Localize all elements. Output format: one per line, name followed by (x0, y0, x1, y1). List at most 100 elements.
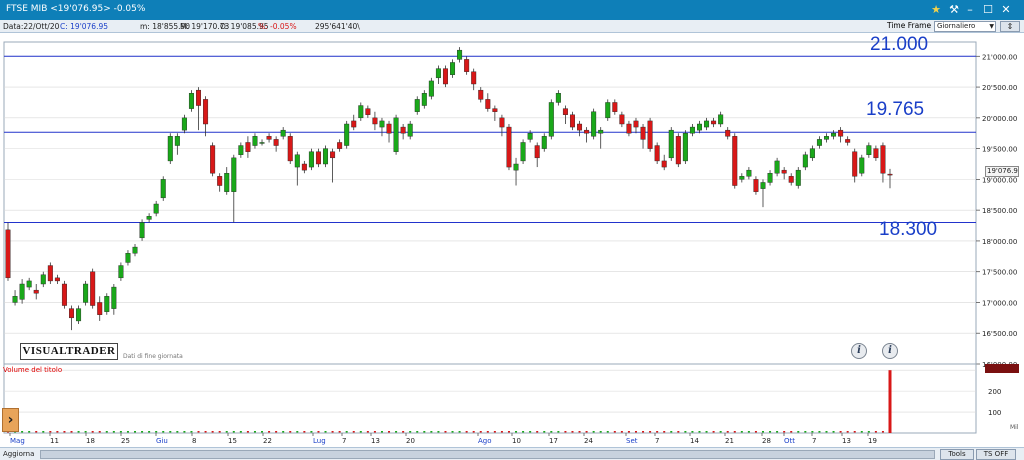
candle-body (153, 203, 159, 214)
volume-bar (169, 431, 172, 433)
candle-body (598, 129, 604, 134)
volume-plot-frame (3, 363, 977, 434)
volume-bar (550, 431, 553, 433)
volume-bar (225, 431, 228, 433)
volume-bar (769, 431, 772, 433)
volume-bar (804, 431, 807, 433)
volume-bar (867, 431, 870, 433)
candle-body (111, 286, 117, 309)
tools-button[interactable]: Tools (940, 449, 974, 460)
candle-body (351, 120, 357, 128)
time-frame-scroll[interactable]: ⇕ (1000, 21, 1020, 32)
update-label[interactable]: Aggiorna (3, 450, 34, 458)
volume-bar (190, 431, 193, 433)
time-frame-select[interactable]: Giornaliero ▼ (934, 21, 996, 32)
info-icon[interactable]: i (851, 343, 867, 359)
close-icon[interactable]: ✕ (998, 2, 1014, 18)
candle (5, 222, 11, 281)
volume-bar (853, 431, 856, 433)
volume-bar (726, 431, 729, 433)
candle-body (633, 120, 639, 128)
x-tick-label: 22 (263, 437, 272, 445)
x-tick-label: Ott (784, 437, 795, 445)
candle-body (760, 182, 766, 189)
volume-bar (500, 431, 503, 433)
volume-bar (761, 431, 764, 433)
volume-bar (395, 431, 398, 433)
volume-bar (712, 431, 715, 433)
volume-bar (656, 431, 659, 433)
candle-body (534, 145, 540, 159)
y-tick-label: 19'500.00 (982, 146, 1017, 154)
volume-bar (705, 431, 708, 433)
y-tick-label: 19'000.00 (982, 176, 1017, 184)
candle-body (5, 229, 11, 279)
volume-bar (776, 431, 779, 433)
price-plot-frame (3, 41, 977, 367)
candle (287, 133, 293, 164)
volume-bar (874, 431, 877, 433)
volume-bar (303, 431, 306, 433)
candle-body (40, 274, 46, 285)
candle (90, 268, 96, 309)
price-axis: 21'000.00 20'500.00 20'000.00 19'500.00 19'0… (976, 53, 1017, 369)
volume-bar (317, 431, 320, 433)
maximize-icon[interactable]: ☐ (980, 2, 996, 18)
volume-bar (155, 431, 158, 433)
volume-bar (670, 431, 673, 433)
volume-bar (698, 431, 701, 433)
price-chart[interactable]: 21'000.00 20'500.00 20'000.00 19'500.00 19'0… (0, 34, 1024, 447)
y-tick-label: 21'000.00 (982, 53, 1017, 61)
horizontal-scrollbar[interactable] (40, 450, 935, 459)
candle (675, 133, 681, 168)
candle-body (506, 126, 512, 168)
candle (859, 154, 865, 177)
info-close: C: 19'076.95 (60, 22, 108, 31)
x-tick-label: Set (626, 437, 638, 445)
volume-bar (543, 431, 546, 433)
candle (61, 280, 67, 309)
logo-text: VISUALTRADER (22, 345, 116, 357)
candle (668, 127, 674, 161)
volume-bar (105, 431, 108, 433)
candle (160, 176, 166, 201)
volume-bar (740, 431, 743, 433)
star-icon[interactable]: ★ (928, 2, 944, 18)
candle (344, 120, 350, 149)
candle-body (626, 123, 632, 134)
y-tick-label: 20'000.00 (982, 115, 1017, 123)
x-tick-label: 14 (690, 437, 699, 445)
candle-body (54, 277, 60, 282)
candle-body (435, 68, 441, 79)
candle-body (26, 280, 32, 288)
candle (442, 65, 448, 88)
candle-body (802, 154, 808, 168)
candle-body (569, 114, 575, 128)
candle-body (873, 148, 879, 159)
volume-bar (119, 431, 122, 433)
candle-body (809, 148, 815, 159)
candle-body (682, 133, 688, 162)
candle (188, 90, 194, 112)
volume-bar (881, 431, 884, 433)
volume-bar (529, 431, 532, 433)
volume-bar (571, 431, 574, 433)
ts-off-button[interactable]: TS OFF (976, 449, 1016, 460)
minimize-icon[interactable]: – (962, 2, 978, 18)
candle-body (47, 265, 53, 282)
volume-bar (472, 431, 475, 433)
candle-body (647, 120, 653, 149)
volume-bar (620, 431, 623, 433)
x-tick-label: 7 (342, 437, 346, 445)
info-icon-2[interactable]: i (882, 343, 898, 359)
hammer-icon[interactable]: ⚒ (946, 2, 962, 18)
candle-body (280, 129, 286, 137)
candle-body (746, 169, 752, 177)
volume-bar (585, 431, 588, 433)
volume-bar (91, 431, 94, 433)
expand-panel-button[interactable]: › (2, 408, 19, 432)
candle-body (203, 99, 209, 125)
visualtrader-logo: VISUALTRADER (20, 343, 118, 360)
y-tick-label: 18'500.00 (982, 207, 1017, 215)
candle-body (464, 59, 470, 72)
